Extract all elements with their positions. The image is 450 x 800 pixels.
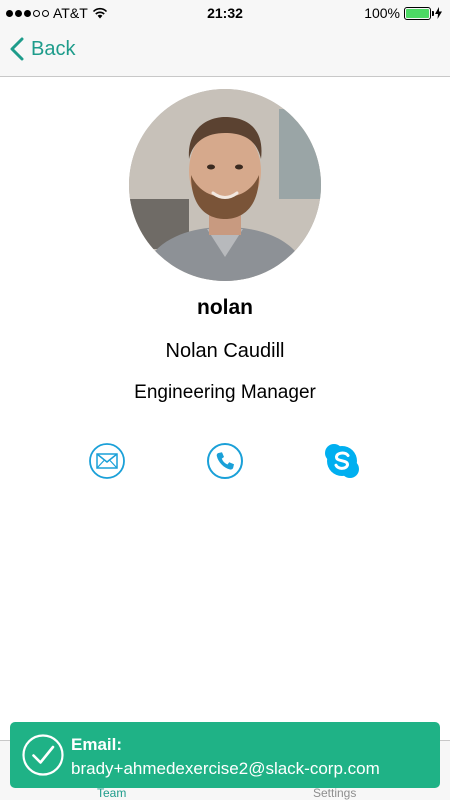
navigation-bar: Back — [0, 26, 450, 77]
checkmark-circle-icon — [22, 734, 64, 776]
status-right: 100% — [364, 5, 442, 21]
full-name: Nolan Caudill — [165, 340, 285, 362]
toast-title: Email: — [71, 735, 123, 754]
job-title: Engineering Manager — [134, 382, 316, 403]
battery-percent: 100% — [364, 5, 400, 21]
email-icon[interactable] — [88, 442, 126, 480]
username: nolan — [197, 296, 253, 319]
avatar-illustration — [129, 89, 321, 281]
back-label: Back — [31, 37, 76, 60]
battery-icon — [404, 6, 434, 20]
battery-fill — [406, 8, 429, 18]
back-button[interactable]: Back — [10, 37, 75, 61]
status-bar: AT&T 21:32 100% — [0, 0, 450, 26]
phone-icon[interactable] — [206, 442, 244, 480]
chevron-left-icon — [10, 37, 24, 61]
copied-toast[interactable]: Email: brady+ahmedexercise2@slack-corp.c… — [10, 722, 440, 788]
toast-message: brady+ahmedexercise2@slack-corp.com — [71, 759, 380, 778]
profile-photo — [129, 89, 321, 281]
contact-detail-screen: AT&T 21:32 100% Back nolan Nolan Caudill… — [0, 0, 450, 800]
tab-team[interactable]: Team — [97, 786, 126, 800]
charging-bolt-icon — [435, 7, 442, 19]
skype-icon[interactable] — [323, 442, 361, 480]
tab-settings[interactable]: Settings — [313, 786, 356, 800]
